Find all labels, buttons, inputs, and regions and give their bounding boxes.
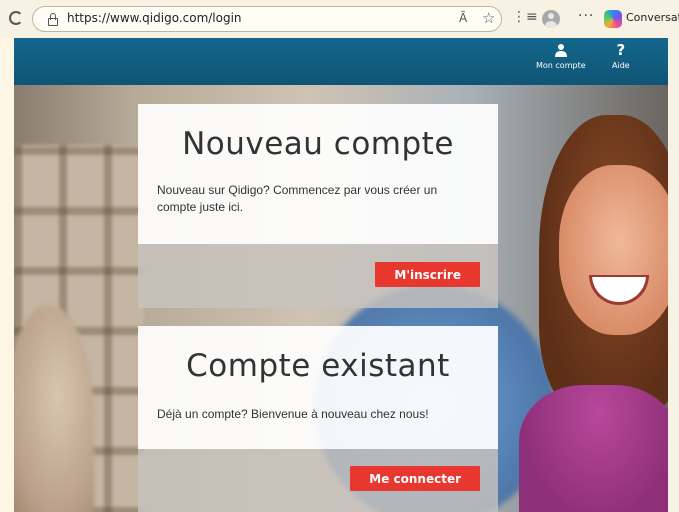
existing-account-card-body: Compte existant Déjà un compte? Bienvenu… bbox=[138, 326, 498, 449]
browser-right-edge bbox=[668, 38, 679, 512]
copilot-label[interactable]: Conversation bbox=[626, 11, 679, 24]
read-aloud-icon[interactable]: Ȃ bbox=[459, 11, 467, 25]
photo-woman-top bbox=[519, 385, 668, 512]
login-button[interactable]: Me connecter bbox=[350, 466, 480, 491]
more-icon[interactable]: ··· bbox=[578, 8, 594, 24]
my-account-label: Mon compte bbox=[536, 61, 586, 70]
copilot-icon[interactable] bbox=[604, 10, 622, 28]
site-viewport: Mon compte ? Aide Nouveau compte Nouveau… bbox=[14, 38, 668, 512]
my-account-link[interactable]: Mon compte bbox=[536, 44, 586, 70]
address-bar[interactable]: https://www.qidigo.com/login Ȃ ☆ bbox=[32, 6, 502, 32]
new-account-card-body: Nouveau compte Nouveau sur Qidigo? Comme… bbox=[138, 104, 498, 244]
help-link[interactable]: ? Aide bbox=[612, 41, 630, 71]
existing-account-text: Déjà un compte? Bienvenue à nouveau chez… bbox=[157, 407, 429, 421]
site-header: Mon compte ? Aide bbox=[14, 38, 668, 85]
new-account-card-footer: M'inscrire bbox=[138, 244, 498, 308]
hero-background-photo: Nouveau compte Nouveau sur Qidigo? Comme… bbox=[14, 85, 668, 512]
new-account-card: Nouveau compte Nouveau sur Qidigo? Comme… bbox=[138, 104, 498, 308]
url-text[interactable]: https://www.qidigo.com/login bbox=[67, 11, 242, 25]
profile-avatar[interactable] bbox=[542, 10, 560, 28]
help-icon: ? bbox=[616, 41, 626, 59]
browser-toolbar: https://www.qidigo.com/login Ȃ ☆ ⋮≡ ···… bbox=[0, 0, 679, 38]
user-icon bbox=[554, 44, 567, 57]
collections-icon[interactable]: ⋮≡ bbox=[512, 9, 538, 25]
signup-button[interactable]: M'inscrire bbox=[375, 262, 480, 287]
lock-icon[interactable] bbox=[47, 13, 59, 26]
existing-account-card: Compte existant Déjà un compte? Bienvenu… bbox=[138, 326, 498, 512]
existing-account-card-footer: Me connecter bbox=[138, 449, 498, 512]
favorite-star-icon[interactable]: ☆ bbox=[482, 9, 495, 27]
existing-account-title: Compte existant bbox=[186, 348, 450, 384]
new-account-title: Nouveau compte bbox=[182, 126, 454, 162]
help-label: Aide bbox=[612, 61, 630, 70]
new-account-text: Nouveau sur Qidigo? Commencez par vous c… bbox=[157, 183, 438, 214]
photo-woman-face bbox=[559, 165, 668, 335]
reload-icon[interactable] bbox=[9, 11, 23, 25]
